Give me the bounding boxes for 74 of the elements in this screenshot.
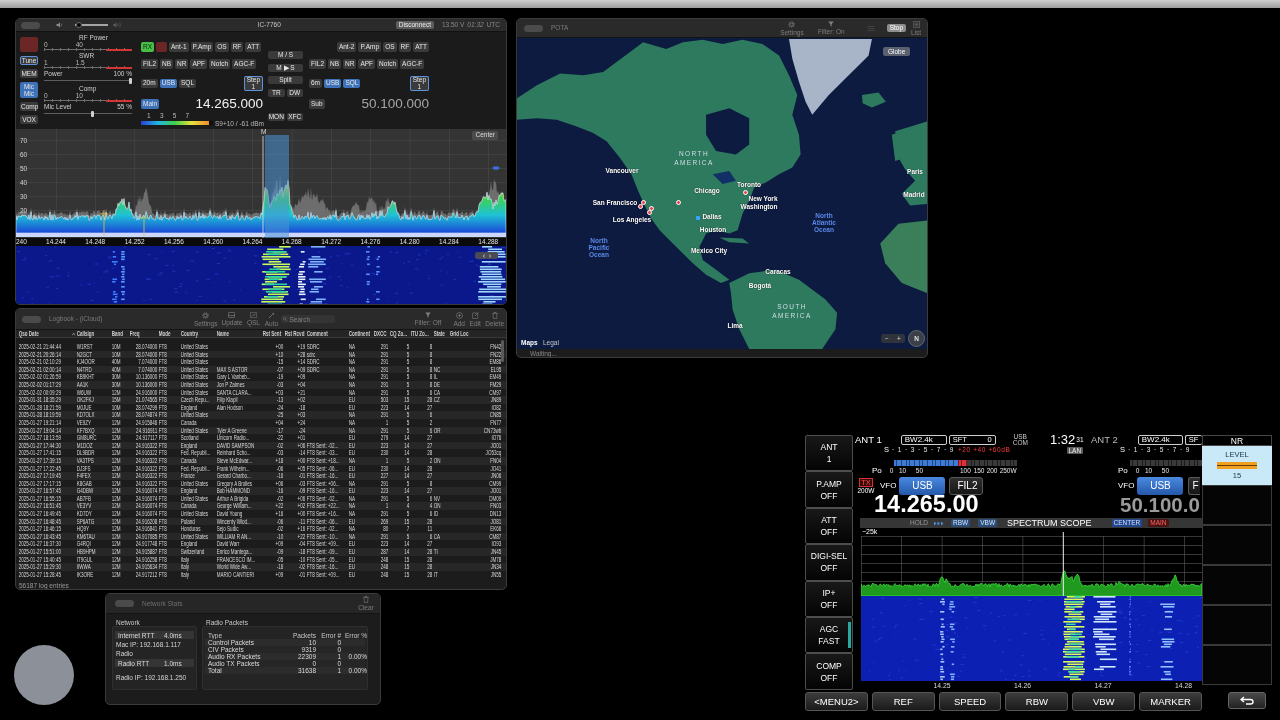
menu-key[interactable]: SPEED: [938, 692, 1002, 711]
menu-key[interactable]: REF: [871, 692, 935, 711]
volume-slider[interactable]: [75, 22, 108, 28]
window-controls-icon[interactable]: [22, 315, 41, 323]
slider-thumb[interactable]: [76, 22, 83, 28]
frequency-display: 50.100.0: [1120, 495, 1201, 514]
arrows-icon: [481, 253, 492, 258]
map-pin-icon[interactable]: [646, 209, 652, 215]
return-icon: [1240, 696, 1254, 705]
filter-icon[interactable]: [424, 312, 431, 318]
softkey-slot: [1202, 605, 1272, 645]
function-key[interactable]: IP+ OFF: [805, 580, 853, 617]
filter-button[interactable]: FIL2: [949, 476, 984, 495]
slider-thumb[interactable]: [129, 78, 132, 84]
speaker-icon[interactable]: [56, 22, 63, 28]
menu-key[interactable]: <MENU2>: [805, 692, 868, 711]
menu-key[interactable]: MARKER: [1139, 692, 1202, 711]
bandwidth-indicator: BW2.4k: [900, 435, 947, 445]
transmit-button[interactable]: [156, 42, 168, 52]
map-pin-icon[interactable]: [637, 203, 643, 209]
antenna-label: ANT 1: [855, 434, 882, 446]
clock-time: 1:32: [1050, 434, 1076, 446]
arrows-icon: [934, 520, 945, 526]
window-controls-icon[interactable]: [21, 21, 40, 29]
trash-icon[interactable]: [491, 311, 498, 319]
search-icon: [283, 316, 288, 321]
filter-button[interactable]: F: [1188, 476, 1201, 495]
indicator-icon: [492, 166, 500, 170]
function-key[interactable]: ATT OFF: [805, 507, 853, 545]
menu-title: NR: [1202, 435, 1272, 446]
function-key[interactable]: DIGI-SEL OFF: [805, 544, 853, 581]
wand-icon[interactable]: [267, 311, 275, 319]
edit-icon[interactable]: [471, 311, 479, 319]
po-meter-label: Po: [1118, 466, 1128, 476]
scrollbar: [501, 340, 504, 362]
location-marker-icon: [696, 216, 700, 220]
antenna-label: ANT 2: [1091, 434, 1118, 446]
frequency-display: 50.100.000: [361, 98, 429, 110]
frequency-display: 14.265.000: [195, 98, 263, 110]
avatar-placeholder: [14, 645, 74, 705]
function-key[interactable]: ANT 1: [805, 435, 853, 472]
mode-button[interactable]: USB: [899, 476, 946, 495]
filter-icon[interactable]: [828, 21, 835, 27]
scroll-button[interactable]: [475, 252, 498, 259]
trash-icon[interactable]: [363, 596, 369, 603]
menu-key[interactable]: RBW: [1005, 692, 1069, 711]
po-meter-label: Po: [872, 466, 882, 476]
slider-thumb[interactable]: [90, 111, 94, 117]
speaker-icon[interactable]: [113, 22, 121, 28]
scope-title: SPECTRUM SCOPE: [1007, 518, 1092, 528]
vfo-label: VFO: [880, 480, 897, 491]
s-meter-bar: [1130, 460, 1202, 466]
list-icon[interactable]: [912, 20, 920, 28]
window-controls-icon[interactable]: [115, 600, 134, 607]
settings-icon[interactable]: [202, 311, 210, 319]
menu-key[interactable]: VBW: [1072, 692, 1136, 711]
level-gauge-icon: [1217, 462, 1257, 469]
mode-button[interactable]: USB: [1137, 476, 1184, 495]
frequency-display: 14.265.00: [874, 495, 980, 514]
settings-icon[interactable]: [788, 20, 796, 28]
add-icon[interactable]: [455, 311, 463, 319]
window-controls-icon[interactable]: [524, 24, 543, 32]
drive-icon[interactable]: [228, 312, 236, 318]
level-slider[interactable]: [44, 78, 132, 84]
function-key[interactable]: AGC FAST: [805, 616, 853, 654]
map-pin-icon[interactable]: [640, 199, 646, 205]
bandwidth-indicator: BW2.4k: [1137, 435, 1183, 445]
vfo-label: VFO: [1118, 480, 1135, 491]
return-button[interactable]: [1228, 692, 1266, 709]
chart-icon[interactable]: [249, 312, 257, 318]
sort-ascending-icon[interactable]: [71, 331, 76, 336]
function-key[interactable]: P.AMP OFF: [805, 471, 853, 508]
tuning-marker-line: [1062, 532, 1064, 596]
function-key[interactable]: COMP OFF: [805, 653, 853, 690]
